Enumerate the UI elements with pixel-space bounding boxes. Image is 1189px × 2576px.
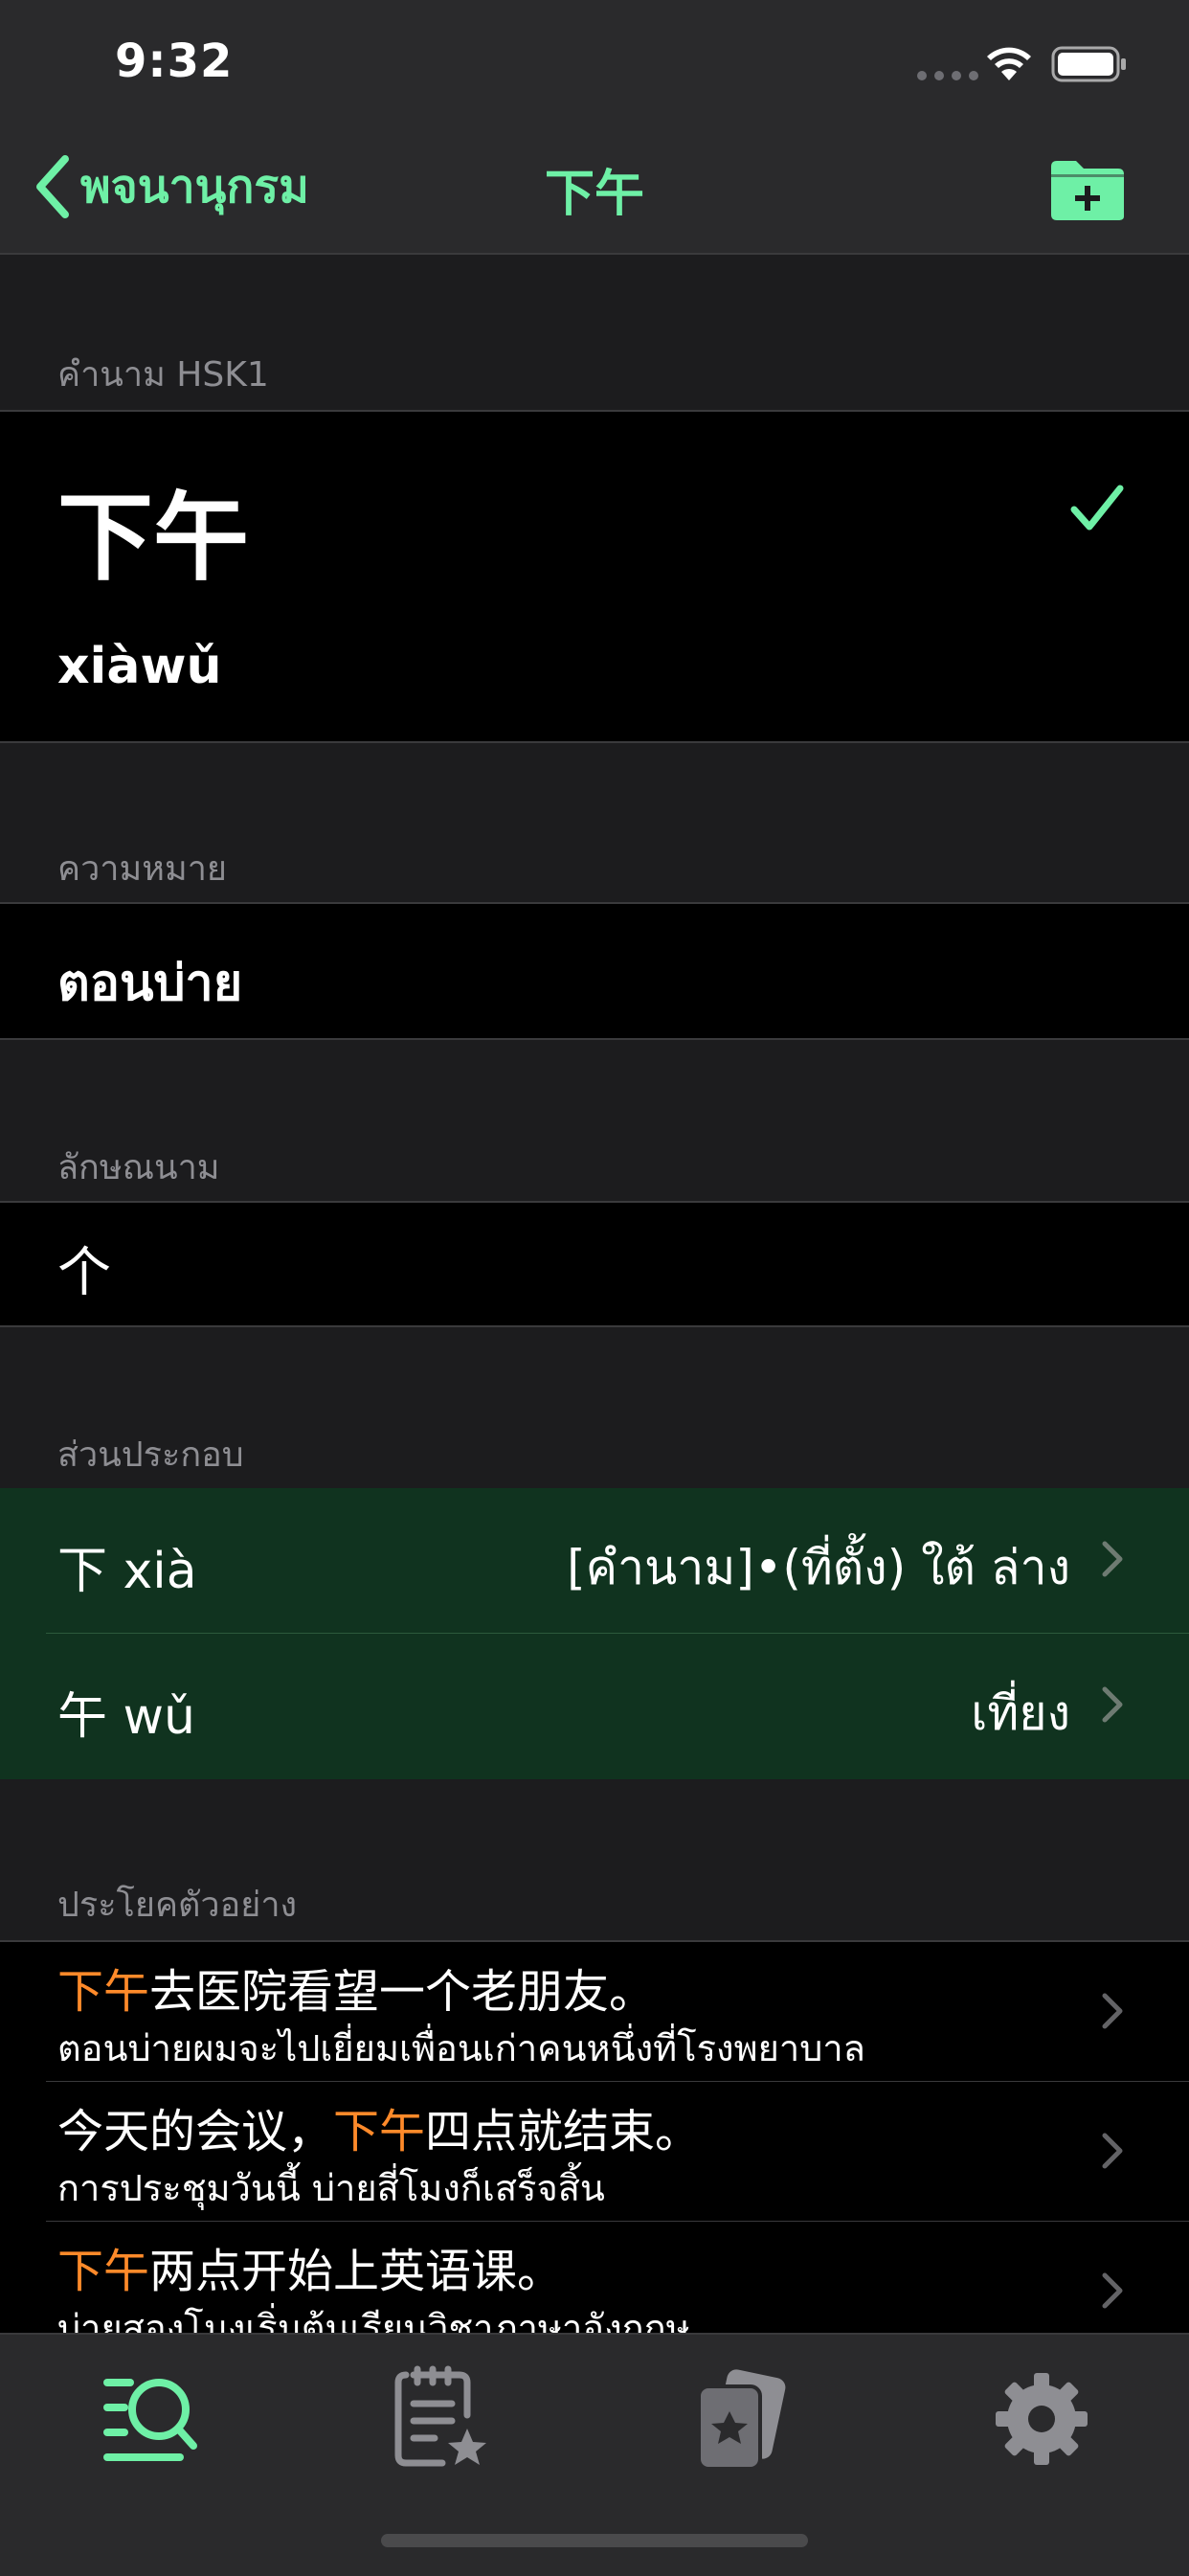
gear-icon[interactable] <box>984 2361 1099 2476</box>
notes-star-icon[interactable] <box>385 2361 500 2476</box>
classifier-cell: 个 <box>0 1201 1189 1327</box>
component-char: 午 wǔ <box>57 1688 196 1746</box>
chevron-right-icon <box>1102 2133 1123 2169</box>
word-hanzi: 下午 <box>57 482 249 594</box>
component-row[interactable]: 下 xià [คำนาม]•(ที่ตั้ง) ใต้ ล่าง <box>0 1488 1189 1634</box>
example-thai: การประชุมวันนี้ บ่ายสี่โมงก็เสร็จสิ้น <box>57 2167 605 2209</box>
components-section-header: ส่วนประกอบ <box>57 1435 244 1475</box>
classifier-text: 个 <box>57 1242 111 1304</box>
example-row[interactable]: 今天的会议，下午四点就结束。 การประชุมวันนี้ บ่ายสี่โม… <box>0 2082 1189 2222</box>
navigation-bar: พจนานุกรม 下午 <box>0 124 1189 255</box>
examples-section-header: ประโยคตัวอย่าง <box>57 1886 298 1925</box>
example-row[interactable]: 下午两点开始上英语课。 บ่ายสองโมงเริ่มต้นเรียนวิชาภ… <box>0 2222 1189 2335</box>
meaning-cell: ตอนบ่าย <box>0 902 1189 1040</box>
meaning-text: ตอนบ่าย <box>57 955 243 1012</box>
page-title: 下午 <box>544 166 644 223</box>
component-row[interactable]: 午 wǔ เที่ยง <box>0 1634 1189 1779</box>
highlighted-word: 下午 <box>333 2105 426 2158</box>
chevron-right-icon <box>1102 1686 1123 1723</box>
word-card[interactable]: 下午 xiàwǔ <box>0 410 1189 743</box>
classifier-section-header: ลักษณนาม <box>57 1148 220 1187</box>
highlighted-word: 下午 <box>57 1965 150 2019</box>
example-chinese: 下午两点开始上英语课。 <box>57 2245 564 2298</box>
example-thai: บ่ายสองโมงเริ่มต้นเรียนวิชาภาษาอังกฤษ <box>57 2307 690 2335</box>
example-thai: ตอนบ่ายผมจะไปเยี่ยมเพื่อนเก่าคนหนึ่งที่โ… <box>57 2027 865 2069</box>
signal-icon <box>917 71 978 80</box>
component-meaning: [คำนาม]•(ที่ตั้ง) ใต้ ล่าง <box>567 1540 1070 1595</box>
battery-icon <box>1051 46 1126 82</box>
checkmark-icon[interactable] <box>1070 485 1124 532</box>
status-bar: 9:32 <box>0 0 1189 124</box>
examples-list[interactable]: 下午去医院看望一个老朋友。 ตอนบ่ายผมจะไปเยี่ยมเพื่อนเ… <box>0 1940 1189 2335</box>
meaning-section-header: ความหมาย <box>57 849 228 889</box>
add-folder-icon[interactable] <box>1049 159 1126 222</box>
word-pinyin: xiàwǔ <box>57 638 222 695</box>
example-chinese: 下午去医院看望一个老朋友。 <box>57 1965 656 2019</box>
highlighted-word: 下午 <box>57 2245 150 2298</box>
chevron-right-icon <box>1102 1993 1123 2029</box>
chevron-right-icon <box>1102 2272 1123 2309</box>
wifi-icon <box>987 47 1031 80</box>
component-char: 下 xià <box>57 1543 197 1600</box>
flashcards-star-icon[interactable] <box>682 2361 796 2476</box>
chevron-right-icon <box>1102 1541 1123 1577</box>
status-time: 9:32 <box>115 34 234 88</box>
example-row[interactable]: 下午去医院看望一个老朋友。 ตอนบ่ายผมจะไปเยี่ยมเพื่อนเ… <box>0 1942 1189 2082</box>
home-indicator <box>381 2534 808 2547</box>
word-section-header: คำนาม HSK1 <box>57 355 269 395</box>
dictionary-search-icon[interactable] <box>92 2361 207 2476</box>
component-meaning: เที่ยง <box>971 1685 1070 1741</box>
example-chinese: 今天的会议，下午四点就结束。 <box>57 2105 702 2158</box>
